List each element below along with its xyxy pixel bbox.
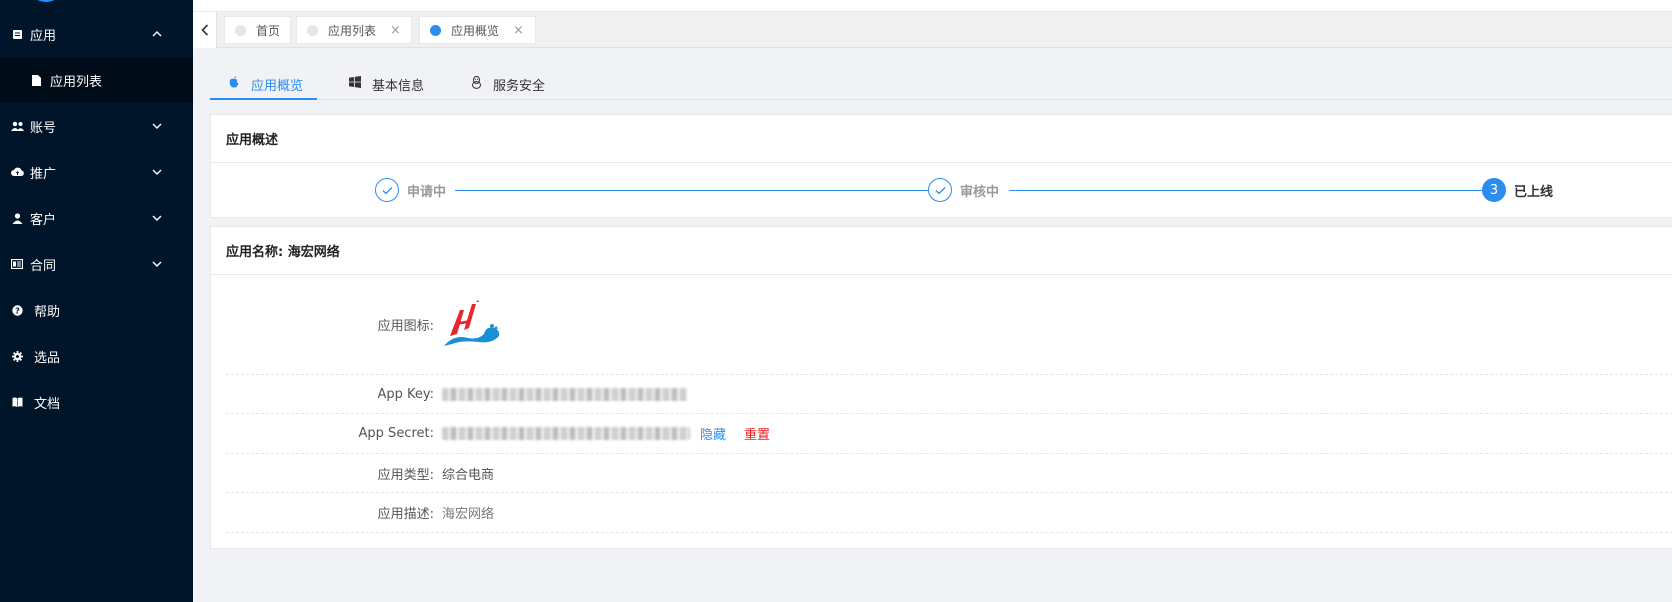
sidebar-item-account[interactable]: 账号 (0, 103, 193, 149)
row-app-description: 应用描述: 海宏网络 (226, 493, 1672, 533)
sidebar-item-app[interactable]: 应用 (0, 11, 193, 57)
row-app-type: 应用类型: 综合电商 (226, 454, 1672, 493)
hide-secret-link[interactable]: 隐藏 (700, 424, 726, 443)
overview-card: 应用概述 申请中 审核中 3 已上线 (210, 114, 1672, 218)
step-reviewing: 审核中 (928, 178, 999, 202)
reset-secret-link[interactable]: 重置 (744, 424, 770, 443)
step-connector (1009, 190, 1482, 191)
tab-label: 应用概览 (251, 79, 304, 94)
tab-status-dot (307, 24, 318, 36)
step-connector (455, 190, 928, 191)
sidebar-item-contract[interactable]: 合同 (0, 241, 193, 287)
close-icon[interactable]: × (513, 23, 524, 38)
sidebar-subitem-app-list[interactable]: 应用列表 (0, 57, 193, 103)
sidebar-item-docs[interactable]: 文档 (0, 379, 193, 425)
app-details-card: 应用名称: 海宏网络 应用图标: App Key: App Secret: 隐藏… (210, 226, 1672, 549)
cloud-upload-icon (10, 165, 24, 179)
page-tab-label: 应用列表 (328, 23, 377, 38)
status-steps: 申请中 审核中 3 已上线 (211, 163, 1672, 217)
field-label: 应用描述: (377, 507, 434, 522)
field-label: App Key: (377, 386, 434, 402)
redacted-value (442, 387, 687, 401)
step-label: 已上线 (1514, 184, 1554, 200)
apple-icon (227, 75, 241, 89)
chevron-down-icon (151, 120, 163, 132)
app-type-value: 综合电商 (442, 467, 495, 483)
gear-icon (10, 349, 24, 363)
chevron-left-icon (200, 24, 208, 36)
linux-icon (469, 75, 483, 89)
tab-status-dot (235, 24, 246, 36)
tab-label: 服务安全 (493, 79, 546, 94)
row-app-key: App Key: (226, 375, 1672, 414)
page-tab-app-overview[interactable]: 应用概览 × (419, 16, 536, 44)
book-icon (10, 395, 24, 409)
app-logo-icon (442, 299, 502, 350)
step-label: 申请中 (407, 184, 447, 200)
chevron-down-icon (151, 166, 163, 178)
sidebar-item-label: 选品 (34, 350, 61, 366)
field-label: App Secret: (358, 426, 434, 441)
row-app-secret: App Secret: 隐藏 重置 (226, 414, 1672, 454)
tabs-scroll-left-button[interactable] (193, 12, 217, 48)
users-icon (10, 119, 24, 133)
page-tab-app-list[interactable]: 应用列表 × (296, 16, 412, 44)
sidebar-item-selection[interactable]: 选品 (0, 333, 193, 379)
header-bar (193, 0, 1672, 12)
field-label: 应用类型: (377, 467, 434, 483)
check-icon (928, 178, 952, 202)
tab-basic-info[interactable]: 基本信息 (348, 72, 424, 100)
sub-tabs: 应用概览 基本信息 服务安全 (210, 72, 1672, 100)
windows-icon (348, 75, 362, 89)
field-label: 应用图标: (377, 319, 434, 334)
svg-text:?: ? (15, 306, 20, 315)
user-icon (10, 211, 24, 225)
tab-service-security[interactable]: 服务安全 (469, 72, 545, 100)
redacted-value (442, 427, 690, 440)
sidebar-item-label: 账号 (30, 120, 57, 136)
app-secret-value: 隐藏 重置 (442, 424, 770, 443)
sidebar: 应用 应用列表 账号 推广 客户 合同 ? 帮助 选品 文档 (0, 0, 193, 602)
tab-label: 基本信息 (372, 79, 425, 94)
app-key-value (442, 387, 687, 401)
sidebar-item-customer[interactable]: 客户 (0, 195, 193, 241)
chevron-up-icon (151, 28, 163, 40)
sidebar-item-help[interactable]: ? 帮助 (0, 287, 193, 333)
page-tab-label: 应用概览 (451, 23, 500, 38)
sidebar-item-label: 帮助 (34, 304, 61, 320)
step-online: 3 已上线 (1482, 178, 1553, 202)
app-name-title: 应用名称: 海宏网络 (211, 227, 1672, 275)
sidebar-item-label: 客户 (30, 212, 57, 228)
sidebar-item-label: 合同 (30, 258, 57, 274)
app-icon (10, 27, 24, 41)
help-icon: ? (10, 303, 24, 317)
row-app-icon: 应用图标: (226, 275, 1672, 375)
step-applying: 申请中 (375, 178, 446, 202)
app-description-value: 海宏网络 (442, 507, 495, 522)
chevron-down-icon (151, 212, 163, 224)
sidebar-item-label: 推广 (30, 166, 57, 182)
page-tab-home[interactable]: 首页 (224, 16, 291, 44)
page-tab-label: 首页 (256, 23, 281, 38)
sidebar-subitem-label: 应用列表 (50, 74, 103, 90)
contract-icon (10, 257, 24, 271)
file-icon (30, 74, 42, 86)
sidebar-item-label: 应用 (30, 28, 57, 44)
page-tabs-bar: 首页 应用列表 × 应用概览 × (193, 12, 1672, 48)
tab-app-overview[interactable]: 应用概览 (210, 72, 317, 100)
overview-title: 应用概述 (211, 115, 1672, 163)
main-content: 应用概览 基本信息 服务安全 应用概述 申请中 审核中 3 已上线 应用名称: … (193, 48, 1672, 602)
chevron-down-icon (151, 258, 163, 270)
check-icon (375, 178, 399, 202)
tab-status-dot (430, 24, 441, 36)
step-number: 3 (1482, 178, 1506, 202)
logo (28, 0, 64, 2)
step-label: 审核中 (960, 184, 1000, 200)
sidebar-item-label: 文档 (34, 396, 61, 412)
sidebar-item-promotion[interactable]: 推广 (0, 149, 193, 195)
close-icon[interactable]: × (390, 23, 401, 38)
